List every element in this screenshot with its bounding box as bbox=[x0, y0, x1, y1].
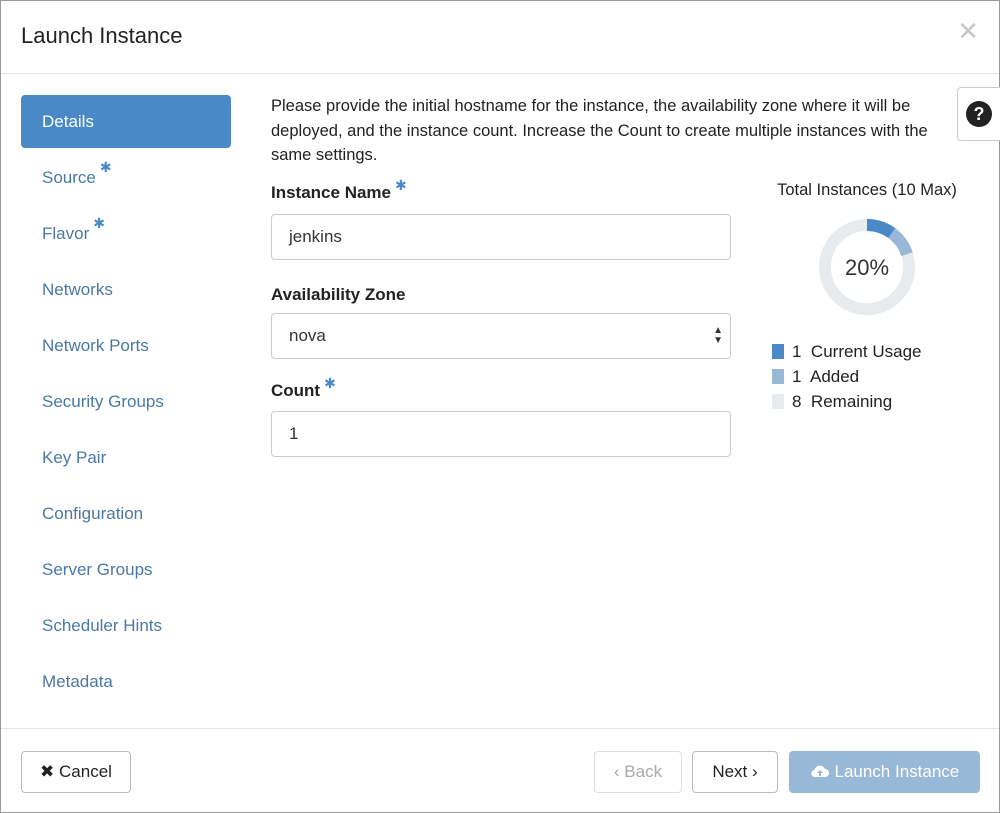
nav-item-label: Key Pair bbox=[42, 448, 107, 467]
instance-name-label: Instance Name ✱ bbox=[271, 177, 731, 205]
nav-item-configuration[interactable]: Configuration bbox=[21, 487, 231, 540]
legend-count: 1 bbox=[792, 342, 802, 361]
instance-name-value: jenkins bbox=[289, 227, 342, 246]
dialog-title: Launch Instance bbox=[21, 23, 183, 48]
legend-swatch bbox=[772, 394, 784, 409]
instance-name-input[interactable]: jenkins bbox=[271, 214, 731, 260]
nav-item-label: Scheduler Hints bbox=[42, 616, 163, 635]
count-input[interactable]: 1 bbox=[271, 411, 731, 457]
legend-count: 1 bbox=[792, 367, 802, 386]
nav-item-key-pair[interactable]: Key Pair bbox=[21, 431, 231, 484]
nav-item-label: Details bbox=[42, 112, 94, 131]
details-form: Instance Name ✱ jenkins Availability Zone… bbox=[271, 177, 731, 457]
cloud-upload-icon bbox=[810, 765, 829, 778]
required-asterisk: ✱ bbox=[99, 159, 112, 175]
help-button[interactable]: ? bbox=[957, 87, 1000, 141]
legend-remaining: 8 Remaining bbox=[772, 389, 921, 414]
cancel-button-label: Cancel bbox=[59, 762, 112, 781]
nav-item-details[interactable]: Details bbox=[21, 95, 231, 148]
count-label: Count ✱ bbox=[271, 375, 731, 403]
quota-legend: 1 Current Usage 1 Added 8 Remaining bbox=[772, 339, 921, 414]
launch-instance-dialog: Launch Instance ✕ Details Source✱ Flavor… bbox=[0, 0, 1000, 813]
nav-item-label: Configuration bbox=[42, 504, 144, 523]
nav-item-flavor[interactable]: Flavor✱ bbox=[21, 207, 231, 260]
required-asterisk: ✱ bbox=[395, 177, 407, 193]
quota-donut: 20% bbox=[819, 219, 915, 315]
back-button-label: Back bbox=[624, 762, 663, 781]
nav-item-label: Network Ports bbox=[42, 336, 149, 355]
nav-item-metadata[interactable]: Metadata bbox=[21, 655, 231, 708]
availability-zone-label: Availability Zone bbox=[271, 285, 406, 304]
dialog-footer: ✖ Cancel ‹ Back Next › Launch Instance bbox=[1, 728, 999, 813]
nav-item-network-ports[interactable]: Network Ports bbox=[21, 319, 231, 372]
launch-instance-label: Launch Instance bbox=[834, 762, 960, 781]
availability-zone-select[interactable]: nova ▲ ▼ bbox=[271, 313, 731, 359]
required-asterisk: ✱ bbox=[324, 375, 336, 391]
cancel-button[interactable]: ✖ Cancel bbox=[21, 751, 131, 793]
legend-current-usage: 1 Current Usage bbox=[772, 339, 921, 364]
nav-item-label: Metadata bbox=[42, 672, 113, 691]
chevron-left-icon: ‹ bbox=[613, 762, 620, 781]
instance-quota-chart: Total Instances (10 Max) 20% 1 Current U… bbox=[767, 181, 967, 411]
dialog-header: Launch Instance ✕ bbox=[1, 1, 999, 74]
select-arrows-icon: ▲ ▼ bbox=[713, 325, 723, 346]
legend-label: Remaining bbox=[810, 392, 893, 411]
next-button[interactable]: Next › bbox=[692, 751, 778, 793]
nav-item-networks[interactable]: Networks bbox=[21, 263, 231, 316]
times-icon: ✖ bbox=[40, 762, 55, 781]
nav-item-source[interactable]: Source✱ bbox=[21, 151, 231, 204]
close-icon[interactable]: ✕ bbox=[957, 17, 979, 45]
back-button[interactable]: ‹ Back bbox=[594, 751, 682, 793]
count-value: 1 bbox=[289, 424, 299, 443]
nav-item-security-groups[interactable]: Security Groups bbox=[21, 375, 231, 428]
step-description: Please provide the initial hostname for … bbox=[271, 97, 928, 164]
instance-name-label-text: Instance Name bbox=[271, 183, 391, 202]
nav-item-label: Security Groups bbox=[42, 392, 164, 411]
nav-item-label: Server Groups bbox=[42, 560, 153, 579]
count-label-text: Count bbox=[271, 381, 321, 400]
required-asterisk: ✱ bbox=[93, 215, 105, 231]
nav-item-label: Source bbox=[42, 168, 96, 187]
launch-instance-button[interactable]: Launch Instance bbox=[789, 751, 980, 793]
wizard-nav: Details Source✱ Flavor✱ Networks Network… bbox=[21, 95, 231, 711]
legend-swatch bbox=[772, 344, 784, 359]
legend-swatch bbox=[772, 369, 784, 384]
legend-added: 1 Added bbox=[772, 364, 921, 389]
question-circle-icon: ? bbox=[966, 101, 992, 127]
nav-item-server-groups[interactable]: Server Groups bbox=[21, 543, 231, 596]
legend-label: Added bbox=[809, 367, 860, 386]
nav-item-scheduler-hints[interactable]: Scheduler Hints bbox=[21, 599, 231, 652]
quota-title: Total Instances (10 Max) bbox=[777, 181, 957, 199]
nav-item-label: Flavor bbox=[42, 224, 90, 243]
next-button-label: Next bbox=[712, 762, 748, 781]
chevron-right-icon: › bbox=[752, 762, 758, 781]
legend-label: Current Usage bbox=[810, 342, 922, 361]
legend-count: 8 bbox=[792, 392, 802, 411]
nav-item-label: Networks bbox=[42, 280, 113, 299]
availability-zone-value: nova bbox=[289, 326, 326, 345]
donut-percent-label: 20% bbox=[845, 255, 889, 280]
